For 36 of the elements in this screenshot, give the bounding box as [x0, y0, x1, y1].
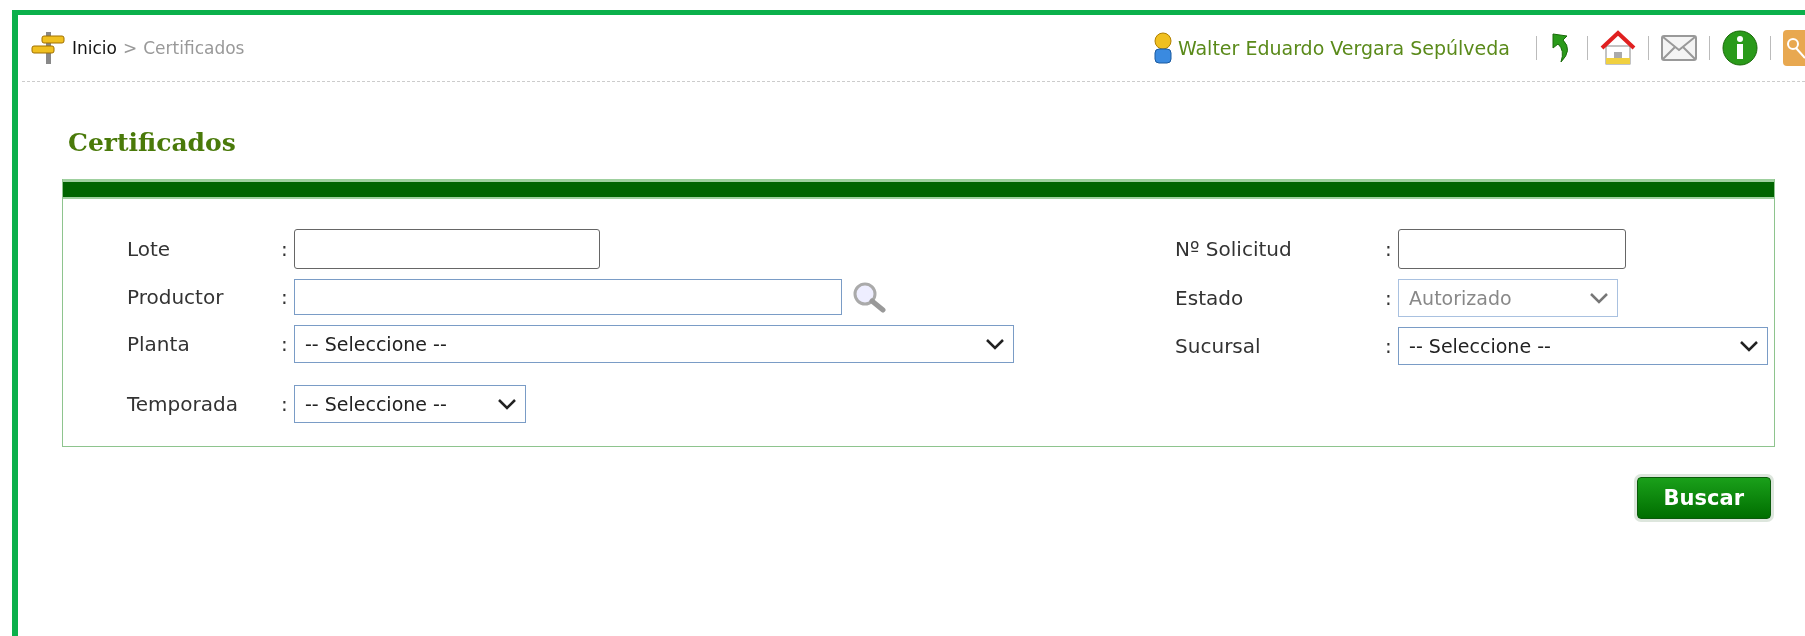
- breadcrumb-link[interactable]: Inicio: [72, 38, 117, 58]
- user-icon: [1151, 31, 1174, 65]
- home-icon[interactable]: [1600, 30, 1636, 66]
- dropdown[interactable]: -- Seleccione --: [294, 325, 1014, 363]
- chevron-down-icon: [985, 338, 1005, 350]
- chevron-down-icon: [1739, 340, 1760, 352]
- field-label: Temporada: [127, 392, 239, 416]
- search-button[interactable]: Buscar: [1636, 477, 1771, 519]
- field-label: Nº Solicitud: [1175, 237, 1293, 261]
- field-label: Lote: [127, 237, 172, 261]
- dropdown[interactable]: -- Seleccione --: [1398, 327, 1769, 365]
- chevron-down-icon: [1589, 292, 1610, 304]
- page-title: Certificados: [68, 128, 237, 157]
- chevron-down-icon: [497, 398, 517, 410]
- text-field[interactable]: [1398, 229, 1627, 269]
- field-label: Planta: [127, 332, 191, 356]
- breadcrumb-item: >: [123, 38, 138, 58]
- field-label: Estado: [1175, 286, 1245, 310]
- user-name[interactable]: Walter Eduardo Vergara Sepúlveda: [1177, 37, 1510, 59]
- dropdown[interactable]: -- Seleccione --: [294, 385, 526, 423]
- breadcrumb-item: Certificados: [143, 38, 245, 58]
- colon: :: [281, 392, 289, 416]
- search-icon[interactable]: [852, 281, 886, 313]
- text-field[interactable]: [294, 279, 842, 315]
- field-label: Productor: [127, 285, 225, 309]
- info-icon[interactable]: [1722, 30, 1758, 66]
- signpost-icon: [30, 30, 66, 66]
- colon: :: [1385, 237, 1393, 261]
- colon: :: [1385, 286, 1393, 310]
- colon: :: [281, 285, 289, 309]
- text-field[interactable]: [294, 229, 600, 269]
- envelope-icon[interactable]: [1661, 35, 1697, 61]
- colon: :: [281, 237, 289, 261]
- colon: :: [281, 332, 289, 356]
- field-label: Sucursal: [1175, 334, 1262, 358]
- colon: :: [1385, 334, 1393, 358]
